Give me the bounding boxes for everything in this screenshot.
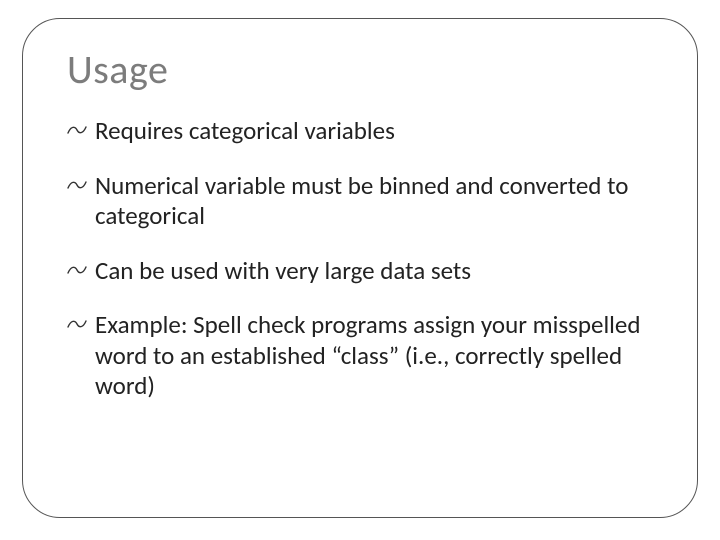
bullet-text: Requires categorical variables [95, 115, 395, 146]
list-item: Can be used with very large data sets [67, 256, 653, 287]
slide-frame: Usage Requires categorical variables Num… [22, 18, 698, 518]
flourish-bullet-icon [67, 177, 87, 193]
flourish-bullet-icon [67, 316, 87, 332]
slide-title: Usage [67, 45, 653, 94]
bullet-text: Can be used with very large data sets [95, 255, 471, 286]
bullet-list: Requires categorical variables Numerical… [67, 116, 653, 402]
bullet-text: Numerical variable must be binned and co… [95, 170, 628, 232]
list-item: Example: Spell check programs assign you… [67, 310, 653, 402]
flourish-bullet-icon [67, 262, 87, 278]
list-item: Numerical variable must be binned and co… [67, 171, 653, 232]
slide: Usage Requires categorical variables Num… [0, 0, 720, 540]
bullet-text: Example: Spell check programs assign you… [95, 309, 641, 401]
list-item: Requires categorical variables [67, 116, 653, 147]
flourish-bullet-icon [67, 122, 87, 138]
